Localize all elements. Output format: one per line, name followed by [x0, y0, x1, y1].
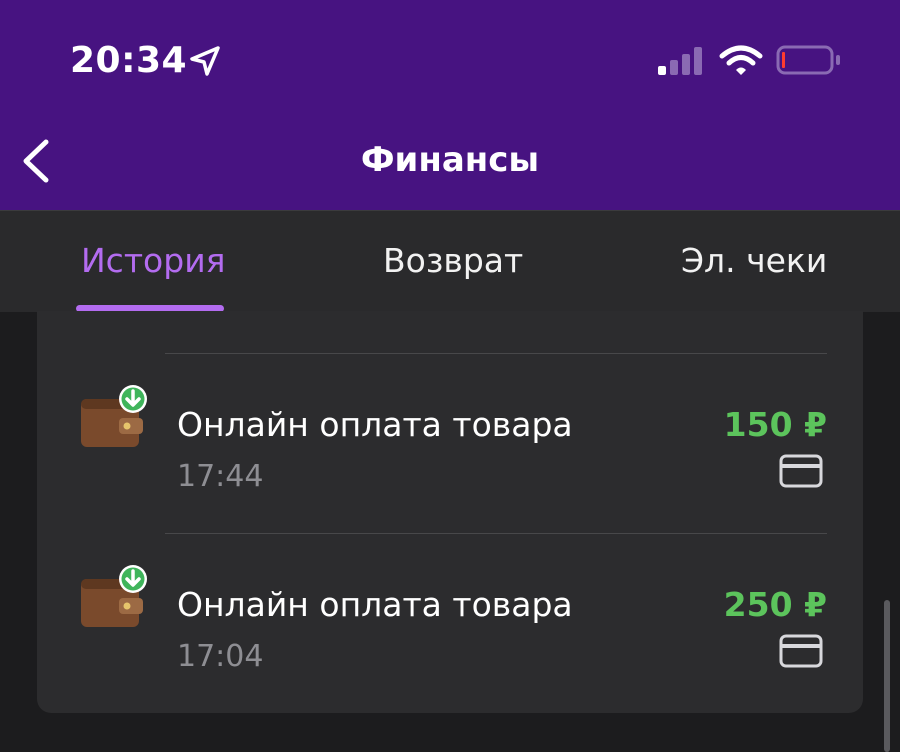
tab-bar: История Возврат Эл. чеки: [0, 210, 900, 312]
status-time: 20:34: [70, 40, 188, 81]
bank-card-icon: [779, 454, 823, 488]
tab-history[interactable]: История: [81, 241, 226, 280]
wallet-incoming-icon: [81, 385, 147, 447]
cellular-signal-icon: [658, 47, 702, 75]
transaction-time: 17:44: [177, 459, 264, 494]
divider: [165, 533, 827, 534]
transaction-row[interactable]: Онлайн оплата товара 17:04 250 ₽: [37, 535, 863, 713]
navigation-bar: Финансы: [0, 118, 900, 210]
transaction-title: Онлайн оплата товара: [177, 585, 573, 624]
bank-card-icon: [779, 634, 823, 668]
transactions-card: Онлайн оплата товара 17:44 150 ₽ Онлайн …: [37, 311, 863, 713]
transaction-row[interactable]: Онлайн оплата товара 17:44 150 ₽: [37, 355, 863, 533]
divider: [165, 353, 827, 354]
transaction-title: Онлайн оплата товара: [177, 405, 573, 444]
location-arrow-icon: [190, 46, 220, 76]
transaction-amount: 150 ₽: [723, 405, 827, 444]
status-bar: 20:34: [0, 0, 900, 118]
wallet-incoming-icon: [81, 565, 147, 627]
tab-refund[interactable]: Возврат: [383, 241, 523, 280]
wifi-icon: [719, 45, 763, 75]
transaction-time: 17:04: [177, 639, 264, 674]
scrollbar[interactable]: [884, 600, 890, 752]
tab-e-receipts[interactable]: Эл. чеки: [681, 241, 827, 280]
page-title: Финансы: [360, 140, 540, 180]
transaction-amount: 250 ₽: [723, 585, 827, 624]
battery-low-icon: [776, 45, 840, 75]
